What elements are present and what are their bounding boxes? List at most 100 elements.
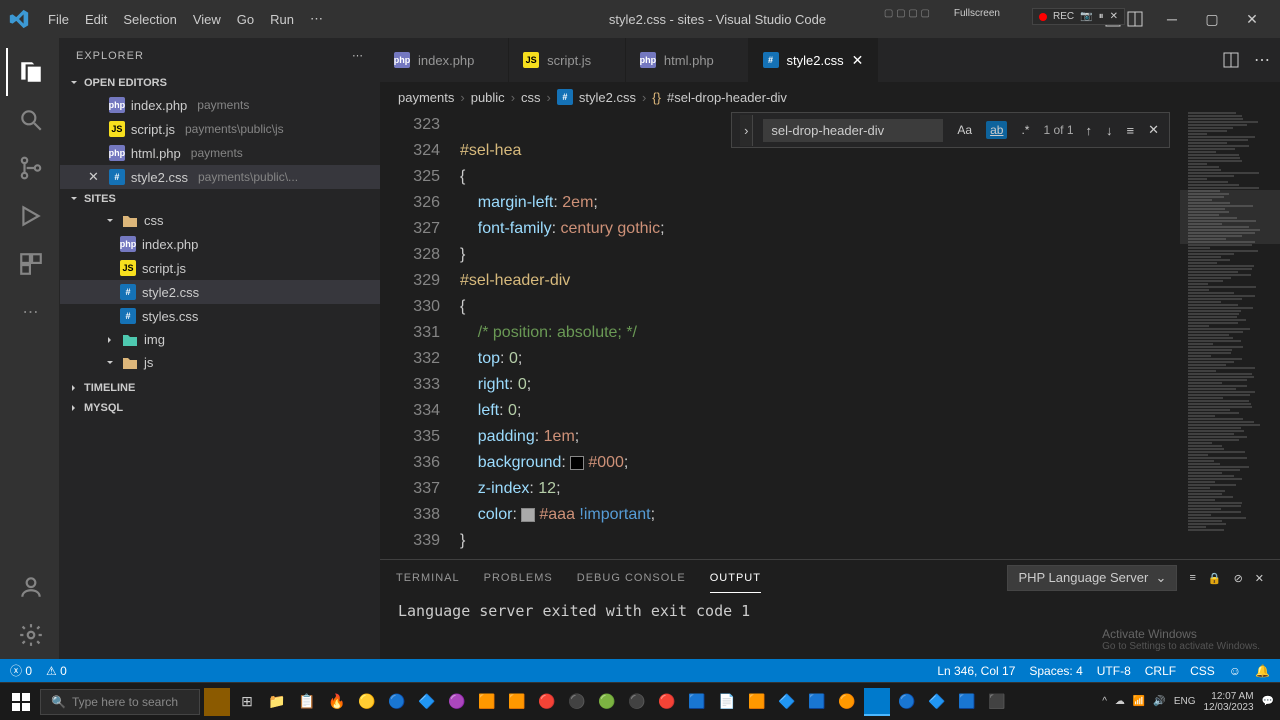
close-button[interactable]: ✕ [1232, 4, 1272, 34]
taskbar-icon[interactable]: 📄 [714, 688, 740, 716]
find-input[interactable] [763, 119, 943, 142]
find-prev-icon[interactable]: ↑ [1084, 121, 1095, 140]
taskbar-icon[interactable]: 🟦 [684, 688, 710, 716]
editor-tab[interactable]: JSscript.js✕ [509, 38, 626, 82]
account-icon[interactable] [6, 563, 54, 611]
panel-tab-problems[interactable]: PROBLEMS [484, 564, 553, 592]
taskbar-app-icon[interactable] [204, 688, 230, 716]
open-editor-item[interactable]: ✕ php html.phppayments [60, 141, 380, 165]
taskbar-icon[interactable]: 🟢 [594, 688, 620, 716]
taskbar-icon[interactable]: 🔥 [324, 688, 350, 716]
tray-volume-icon[interactable]: 🔊 [1153, 696, 1165, 707]
find-selection-icon[interactable]: ≡ [1125, 121, 1137, 140]
file-item[interactable]: #styles.css [60, 304, 380, 328]
code-content[interactable]: #sel-hea{ margin-left: 2em; font-family:… [460, 112, 1180, 559]
tray-notifications-icon[interactable]: 💬 [1262, 696, 1274, 707]
maximize-button[interactable]: ▢ [1192, 4, 1232, 34]
taskbar-icon[interactable]: 🔴 [654, 688, 680, 716]
status-spaces[interactable]: Spaces: 4 [1029, 664, 1082, 678]
menu-edit[interactable]: Edit [77, 8, 115, 31]
file-item[interactable]: JSscript.js [60, 256, 380, 280]
code-editor[interactable]: › Aa ab .* 1 of 1 ↑ ↓ ≡ ✕ 32332432532632… [380, 112, 1280, 559]
timeline-header[interactable]: TIMELINE [60, 378, 380, 398]
close-icon[interactable]: ✕ [88, 169, 99, 185]
taskbar-icon[interactable]: 🔷 [774, 688, 800, 716]
tab-more-icon[interactable]: ⋯ [1254, 50, 1270, 70]
status-cursor[interactable]: Ln 346, Col 17 [937, 664, 1015, 678]
tray-lang[interactable]: ENG [1174, 696, 1196, 707]
taskbar-icon[interactable]: 🟣 [444, 688, 470, 716]
find-next-icon[interactable]: ↓ [1104, 121, 1115, 140]
output-channel-select[interactable]: PHP Language Server ⌄ [1007, 565, 1177, 591]
menu-view[interactable]: View [185, 8, 229, 31]
taskbar-search[interactable]: 🔍 Type here to search [40, 689, 200, 715]
tray-clock[interactable]: 12:07 AM 12/03/2023 [1203, 691, 1253, 713]
open-editor-item[interactable]: ✕ JS script.jspayments\public\js [60, 117, 380, 141]
minimize-button[interactable]: ─ [1152, 4, 1192, 34]
panel-tab-output[interactable]: OUTPUT [710, 564, 761, 593]
panel-lock-icon[interactable]: 🔒 [1208, 572, 1222, 585]
explorer-icon[interactable] [6, 48, 54, 96]
recording-indicator[interactable]: REC 📷 ⏸ ✕ [1032, 8, 1125, 25]
more-icon[interactable]: ⋯ [6, 288, 54, 336]
menu-more-icon[interactable]: ⋯ [302, 7, 331, 31]
menu-selection[interactable]: Selection [115, 8, 184, 31]
status-lang[interactable]: CSS [1190, 664, 1215, 678]
close-tab-icon[interactable]: ✕ [852, 52, 864, 69]
mysql-header[interactable]: MYSQL [60, 398, 380, 418]
search-icon[interactable] [6, 96, 54, 144]
source-control-icon[interactable] [6, 144, 54, 192]
panel-tab-terminal[interactable]: TERMINAL [396, 564, 460, 592]
taskbar-icon[interactable]: 🔵 [384, 688, 410, 716]
taskbar-icon[interactable]: ⚫ [564, 688, 590, 716]
status-encoding[interactable]: UTF-8 [1097, 664, 1131, 678]
tray-cloud-icon[interactable]: ☁ [1115, 696, 1125, 707]
run-debug-icon[interactable] [6, 192, 54, 240]
taskbar-icon[interactable]: 🔷 [924, 688, 950, 716]
split-editor-icon[interactable] [1222, 51, 1240, 69]
taskbar-icon[interactable]: 🔵 [894, 688, 920, 716]
regex-icon[interactable]: .* [1017, 121, 1033, 139]
folder-img[interactable]: img [60, 328, 380, 351]
taskbar-icon[interactable]: 🟡 [354, 688, 380, 716]
file-item[interactable]: phpindex.php [60, 232, 380, 256]
find-close-icon[interactable]: ✕ [1146, 120, 1161, 140]
match-case-icon[interactable]: Aa [953, 121, 976, 139]
status-eol[interactable]: CRLF [1145, 664, 1176, 678]
status-bell-icon[interactable]: 🔔 [1255, 664, 1270, 678]
folder-css[interactable]: css [60, 209, 380, 232]
folder-js[interactable]: js [60, 351, 380, 374]
taskbar-icon[interactable]: 🟧 [504, 688, 530, 716]
minimap[interactable] [1180, 112, 1280, 559]
explorer-more-icon[interactable]: ⋯ [352, 49, 364, 62]
panel-clear-icon[interactable]: ⊘ [1234, 572, 1243, 585]
editor-tab[interactable]: phphtml.php✕ [626, 38, 749, 82]
editor-tab[interactable]: phpindex.php✕ [380, 38, 509, 82]
taskbar-icon[interactable]: 🟠 [834, 688, 860, 716]
taskbar-icon[interactable]: ⚫ [624, 688, 650, 716]
match-whole-word-icon[interactable]: ab [986, 121, 1007, 139]
panel-tab-debug[interactable]: DEBUG CONSOLE [577, 564, 686, 592]
taskbar-icon[interactable]: 🔴 [534, 688, 560, 716]
menu-file[interactable]: File [40, 8, 77, 31]
editor-tab[interactable]: #style2.css✕ [749, 38, 879, 82]
pause-icon[interactable]: ⏸ [1099, 11, 1104, 22]
status-feedback-icon[interactable]: ☺ [1229, 664, 1241, 678]
taskbar-icon[interactable]: 🟧 [744, 688, 770, 716]
start-button[interactable] [6, 687, 36, 717]
status-errors[interactable]: ⓧ 0 [10, 662, 32, 679]
taskbar-icon[interactable]: 📋 [294, 688, 320, 716]
status-warnings[interactable]: ⚠ 0 [46, 664, 67, 678]
menu-run[interactable]: Run [262, 8, 302, 31]
tray-wifi-icon[interactable]: 📶 [1133, 696, 1145, 707]
taskbar-icon[interactable]: 🟦 [954, 688, 980, 716]
taskbar-icon[interactable]: ⬛ [984, 688, 1010, 716]
panel-filter-icon[interactable]: ≡ [1189, 572, 1195, 584]
open-editors-header[interactable]: OPEN EDITORS [60, 73, 380, 93]
taskbar-taskview-icon[interactable]: ⊞ [234, 688, 260, 716]
open-editor-item[interactable]: ✕ # style2.csspayments\public\... [60, 165, 380, 189]
taskbar-icon[interactable] [864, 688, 890, 716]
menu-go[interactable]: Go [229, 8, 262, 31]
taskbar-icon[interactable]: 🟧 [474, 688, 500, 716]
taskbar-icon[interactable]: 🟦 [804, 688, 830, 716]
